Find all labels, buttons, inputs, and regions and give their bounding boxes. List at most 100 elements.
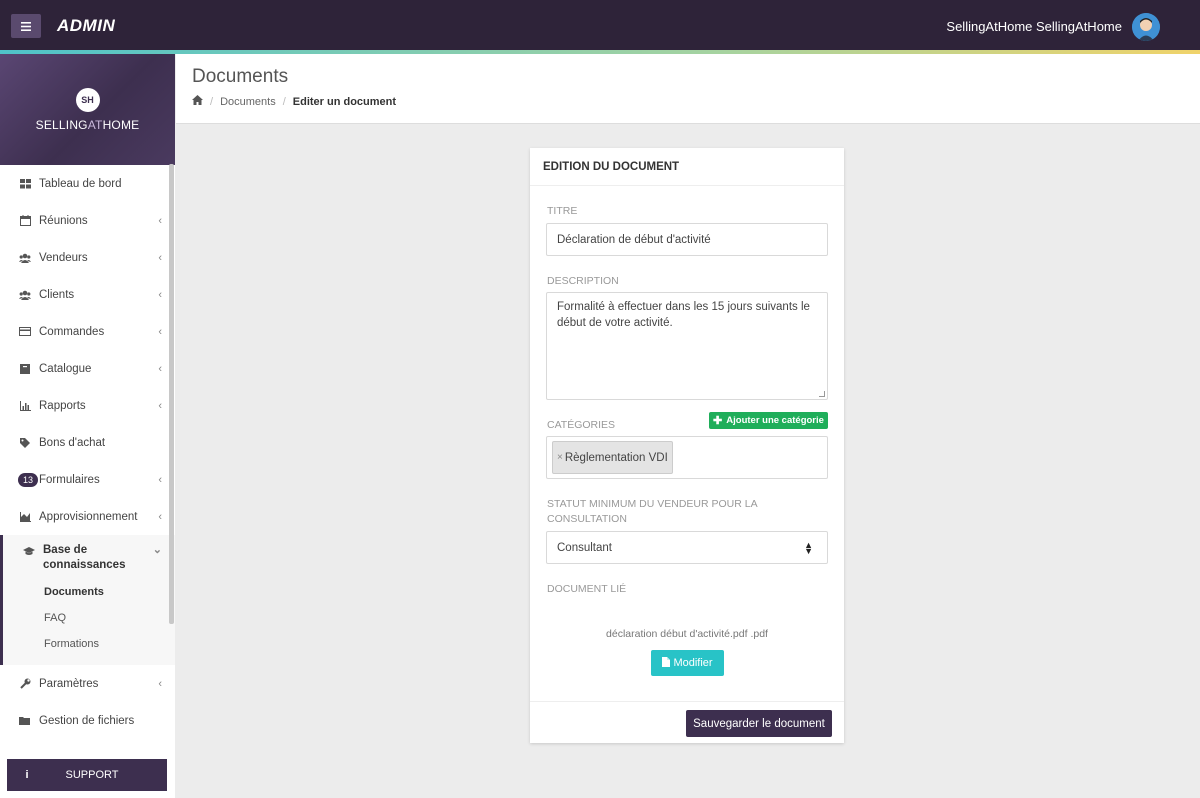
chevron-left-icon: ‹: [158, 510, 162, 523]
chevron-down-icon: ⌄: [152, 544, 162, 556]
description-text: Formalité à effectuer dans les 15 jours …: [557, 301, 810, 329]
category-tag: × Règlementation VDI: [552, 441, 673, 474]
description-textarea[interactable]: Formalité à effectuer dans les 15 jours …: [546, 292, 828, 400]
users-icon: [19, 289, 31, 301]
sidebar-nav: Tableau de bord Réunions ‹ Vendeurs ‹ Cl…: [0, 165, 175, 739]
sidebar-item-label: Base de connaissances: [43, 544, 126, 571]
top-bar: ADMIN SellingAtHome SellingAtHome: [0, 0, 1200, 52]
logo-text-at: AT: [87, 117, 103, 132]
calendar-icon: [19, 215, 31, 227]
submenu-item-faq[interactable]: FAQ: [3, 605, 175, 631]
sidebar-item-bons-dachat[interactable]: Bons d'achat: [0, 424, 175, 461]
sidebar-logo[interactable]: SH SELLINGATHOME: [0, 54, 175, 165]
logo-text-home: HOME: [102, 117, 140, 132]
page-header: Documents / Documents / Editer un docume…: [176, 54, 1200, 124]
tag-icon: [19, 437, 31, 449]
title-input[interactable]: Déclaration de début d'activité: [546, 223, 828, 256]
credit-card-icon: [19, 326, 31, 338]
sidebar-item-label: Gestion de fichiers: [39, 714, 135, 727]
users-icon: [19, 252, 31, 264]
status-label: STATUT MINIMUM DU VENDEUR POUR LA CONSUL…: [547, 498, 758, 525]
chevron-left-icon: ‹: [158, 677, 162, 690]
wrench-icon: [19, 678, 31, 690]
sidebar-item-clients[interactable]: Clients ‹: [0, 276, 175, 313]
sidebar-item-base-de-connaissances[interactable]: Base de connaissances ⌄: [0, 535, 175, 579]
resize-handle-icon[interactable]: [819, 391, 825, 397]
sidebar-item-label: Catalogue: [39, 362, 92, 375]
book-icon: [19, 363, 31, 375]
title-label: TITRE: [547, 205, 578, 217]
chevron-left-icon: ‹: [158, 362, 162, 375]
dashboard-icon: [19, 178, 31, 190]
home-icon[interactable]: [192, 95, 203, 108]
chevron-left-icon: ‹: [158, 473, 162, 486]
add-category-label: Ajouter une catégorie: [726, 415, 824, 426]
sidebar-item-label: Formulaires: [39, 473, 100, 486]
support-button[interactable]: i SUPPORT: [7, 759, 167, 791]
breadcrumb-documents-link[interactable]: Documents: [220, 96, 276, 108]
logo-text-selling: SELLING: [35, 117, 88, 132]
remove-tag-icon[interactable]: ×: [557, 452, 563, 463]
user-name[interactable]: SellingAtHome SellingAtHome: [946, 19, 1122, 34]
categories-label: CATÉGORIES: [547, 419, 616, 431]
info-icon: i: [25, 769, 29, 781]
sidebar-item-approvisionnement[interactable]: Approvisionnement ‹: [0, 498, 175, 535]
sidebar-item-commandes[interactable]: Commandes ‹: [0, 313, 175, 350]
plus-icon: ✚: [713, 415, 723, 427]
sidebar-item-catalogue[interactable]: Catalogue ‹: [0, 350, 175, 387]
breadcrumb-separator: /: [210, 95, 214, 108]
support-label: SUPPORT: [65, 769, 119, 781]
sidebar-item-label: Paramètres: [39, 677, 99, 690]
submenu-item-documents[interactable]: Documents: [3, 579, 175, 605]
bar-chart-icon: [19, 400, 31, 412]
brand-title: ADMIN: [57, 16, 116, 35]
breadcrumb-separator: /: [282, 95, 286, 108]
chevron-left-icon: ‹: [158, 399, 162, 412]
sidebar-item-label: Rapports: [39, 399, 86, 412]
user-avatar[interactable]: [1132, 13, 1160, 41]
card-footer: Sauvegarder le document: [530, 701, 844, 743]
sidebar-scrollbar[interactable]: [169, 164, 174, 624]
document-edit-card: EDITION DU DOCUMENT TITRE Déclaration de…: [530, 148, 844, 743]
sidebar-item-label: Tableau de bord: [39, 177, 122, 190]
breadcrumb-current: Editer un document: [292, 95, 397, 108]
knowledge-base-submenu: Documents FAQ Formations: [0, 579, 175, 665]
area-chart-icon: [19, 511, 31, 523]
sidebar-item-label: Vendeurs: [39, 251, 88, 264]
categories-select[interactable]: × Règlementation VDI: [546, 436, 828, 479]
save-document-button[interactable]: Sauvegarder le document: [686, 710, 832, 737]
chevron-left-icon: ‹: [158, 251, 162, 264]
sidebar: SH SELLINGATHOME Tableau de bord Réunion…: [0, 54, 175, 798]
sidebar-item-parametres[interactable]: Paramètres ‹: [0, 665, 175, 702]
add-category-button[interactable]: ✚ Ajouter une catégorie: [709, 412, 828, 429]
hamburger-menu-button[interactable]: [11, 14, 41, 38]
linked-file-name: déclaration début d'activité.pdf .pdf: [606, 628, 768, 640]
sidebar-item-formulaires[interactable]: 13 Formulaires ‹: [0, 461, 175, 498]
sidebar-item-label: Bons d'achat: [39, 436, 106, 449]
category-tag-label: Règlementation VDI: [564, 451, 668, 464]
description-label: DESCRIPTION: [547, 275, 619, 287]
sidebar-item-rapports[interactable]: Rapports ‹: [0, 387, 175, 424]
linked-document-label: DOCUMENT LIÉ: [547, 583, 627, 595]
hamburger-icon: [21, 21, 31, 31]
sidebar-item-vendeurs[interactable]: Vendeurs ‹: [0, 239, 175, 276]
sidebar-item-tableau-de-bord[interactable]: Tableau de bord: [0, 165, 175, 202]
select-arrows-icon: ▲ ▼: [804, 540, 813, 556]
folder-icon: [19, 715, 31, 727]
modify-label: Modifier: [673, 657, 713, 669]
sidebar-item-label: Commandes: [39, 325, 105, 338]
chevron-left-icon: ‹: [158, 214, 162, 227]
chevron-left-icon: ‹: [158, 325, 162, 338]
modify-file-button[interactable]: Modifier: [651, 650, 724, 676]
status-select[interactable]: Consultant ▲ ▼: [546, 531, 828, 564]
sidebar-item-label: Réunions: [39, 214, 88, 227]
breadcrumb: / Documents / Editer un document: [192, 95, 396, 108]
file-icon: [662, 656, 671, 670]
sidebar-item-label: Clients: [39, 288, 75, 301]
page-title: Documents: [192, 66, 289, 87]
status-value: Consultant: [557, 541, 612, 554]
sidebar-item-reunions[interactable]: Réunions ‹: [0, 202, 175, 239]
submenu-item-formations[interactable]: Formations: [3, 631, 175, 657]
avatar-icon: [1132, 13, 1160, 41]
sidebar-item-gestion-de-fichiers[interactable]: Gestion de fichiers: [0, 702, 175, 739]
